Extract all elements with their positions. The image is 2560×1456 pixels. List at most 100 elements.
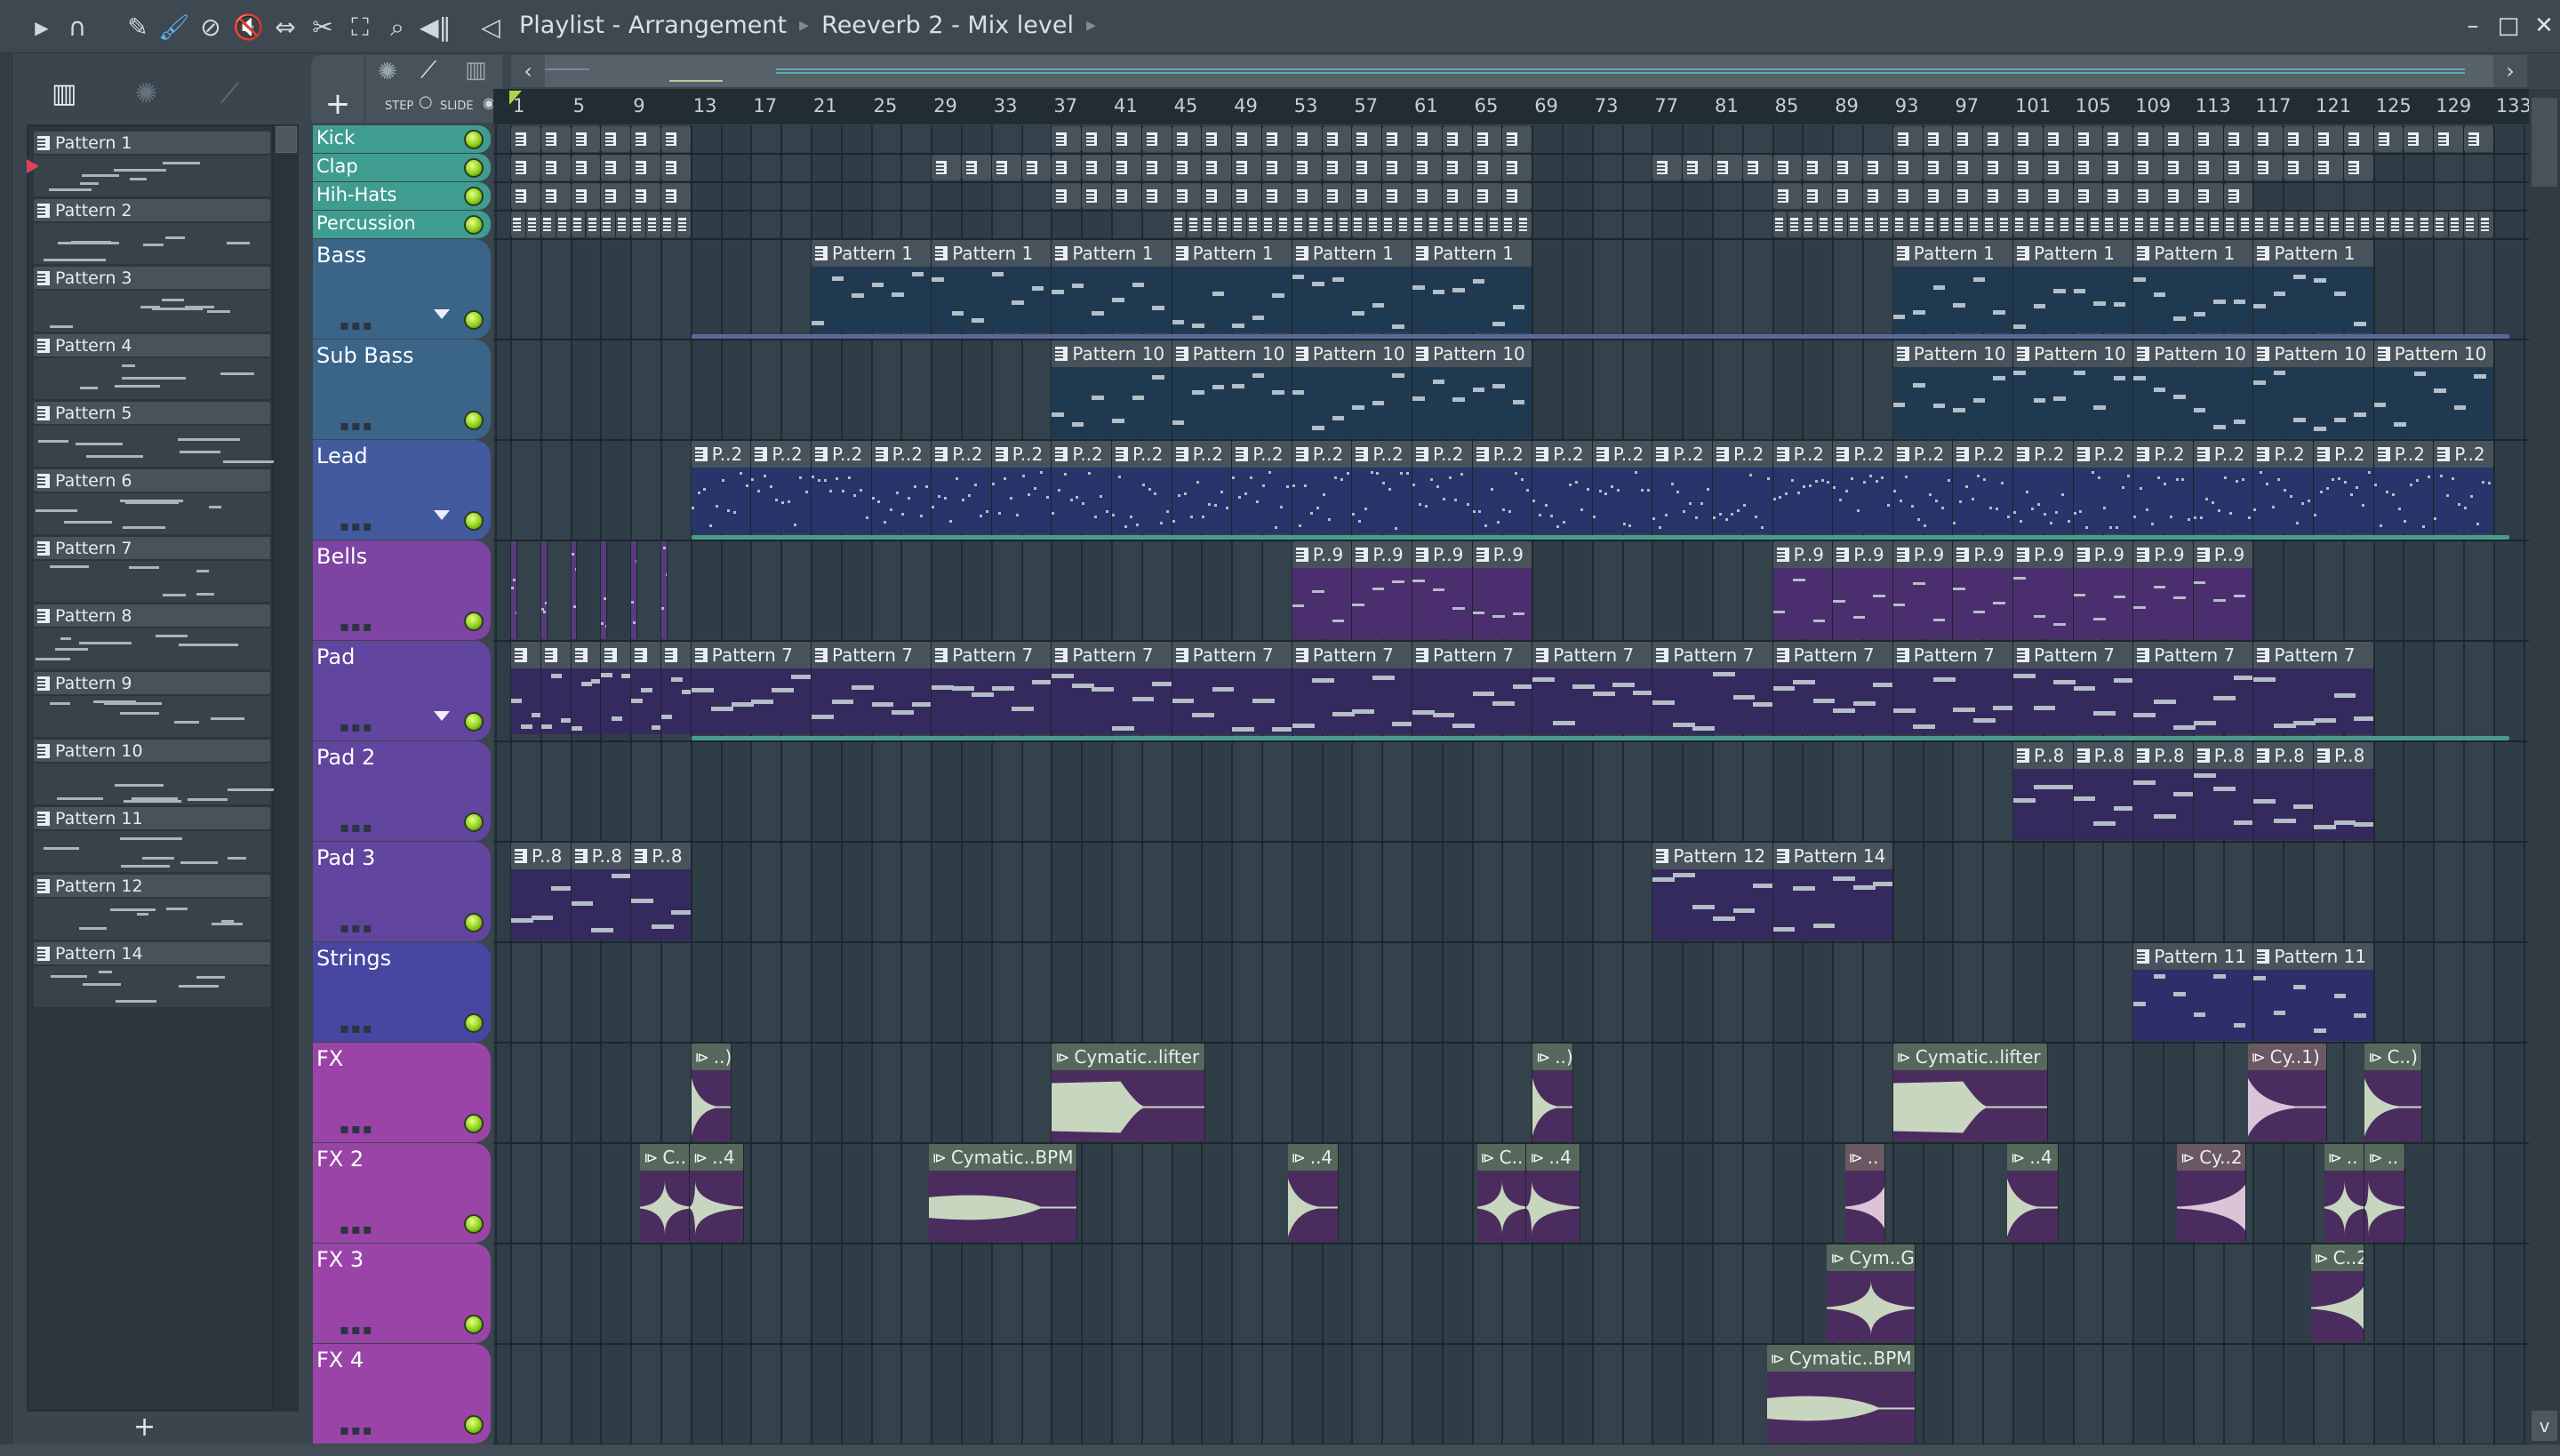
track-header-fx-2[interactable]: FX 2 ▪▪▪: [313, 1143, 491, 1243]
audio-clip[interactable]: ⧐C..2: [2310, 1244, 2365, 1342]
clip-header[interactable]: Pattern 10: [2133, 340, 2253, 367]
track-header-pad-3[interactable]: Pad 3 ▪▪▪: [313, 842, 491, 941]
audio-clip[interactable]: ⧐..: [2364, 1144, 2406, 1242]
pattern-clip[interactable]: [1502, 183, 1533, 209]
clip-header[interactable]: P..2: [691, 441, 751, 468]
clip-header[interactable]: Pattern 7: [1772, 642, 1892, 668]
track-header-kick[interactable]: Kick: [313, 125, 491, 153]
pattern-clip[interactable]: [1788, 212, 1804, 237]
clip-header[interactable]: P..8: [2133, 742, 2193, 769]
pattern-clip[interactable]: P..9: [2133, 541, 2194, 639]
pattern-clip[interactable]: [1232, 155, 1262, 180]
chevron-right-icon[interactable]: ▸: [1086, 14, 1096, 36]
audio-clip[interactable]: ⧐Cymatic..BPM G: [1766, 1345, 1916, 1443]
track-header-strings[interactable]: Strings ▪▪▪: [313, 942, 491, 1042]
pattern-clip[interactable]: P..2: [1772, 441, 1834, 533]
pattern-clip[interactable]: [1818, 212, 1834, 237]
pattern-clip[interactable]: [1262, 183, 1292, 209]
pattern-clip[interactable]: P..2: [1892, 441, 1954, 533]
pattern-clip[interactable]: [1953, 183, 1984, 209]
pattern-clip[interactable]: [1877, 212, 1893, 237]
track-enable-led[interactable]: [464, 1415, 484, 1435]
pattern-clip[interactable]: [1487, 212, 1503, 237]
pattern-clip[interactable]: [1322, 126, 1353, 152]
pattern-clip[interactable]: [1772, 155, 1804, 180]
audio-clip[interactable]: ⧐..): [1532, 1044, 1573, 1141]
maximize-icon[interactable]: □: [2493, 12, 2524, 39]
pattern-clip[interactable]: P..2: [1713, 441, 1773, 533]
pattern-clip[interactable]: Pattern 10: [2013, 340, 2134, 438]
clip-header[interactable]: ⧐Cymatic..BPM G: [928, 1144, 1077, 1171]
pattern-clip[interactable]: [2043, 155, 2074, 180]
clip-header[interactable]: Pattern 1: [812, 240, 932, 267]
pattern-clip[interactable]: [601, 642, 632, 734]
pattern-clip[interactable]: [2434, 126, 2464, 152]
track-enable-led[interactable]: [464, 411, 484, 430]
pattern-clip[interactable]: [2464, 126, 2494, 152]
pattern-clip[interactable]: [2028, 212, 2044, 237]
clip-header[interactable]: Pattern 7: [812, 642, 932, 668]
pattern-clip[interactable]: [2103, 183, 2134, 209]
pattern-clip[interactable]: [676, 212, 692, 237]
pattern-clip[interactable]: [511, 212, 526, 237]
pattern-clip[interactable]: [540, 126, 572, 152]
pattern-clip[interactable]: [1141, 183, 1172, 209]
clip-header[interactable]: ⧐ ..4: [690, 1144, 743, 1171]
pattern-clip[interactable]: [962, 155, 992, 180]
pattern-clip[interactable]: [1953, 126, 1984, 152]
clip-header[interactable]: P..9: [1953, 541, 2012, 568]
playhead-marker[interactable]: [509, 91, 522, 105]
pattern-clip[interactable]: Pattern 7: [1412, 642, 1533, 734]
pattern-clip[interactable]: Pattern 1: [2253, 240, 2374, 332]
clip-header[interactable]: Pattern 7: [691, 642, 811, 668]
pattern-clip[interactable]: [511, 155, 541, 180]
pattern-clip[interactable]: [1292, 183, 1323, 209]
pattern-clip[interactable]: [1427, 212, 1443, 237]
pattern-clip[interactable]: [1457, 212, 1473, 237]
pattern-clip[interactable]: Pattern 1: [812, 240, 932, 332]
pattern-clip[interactable]: [1803, 183, 1834, 209]
pattern-clip[interactable]: [1442, 183, 1473, 209]
clip-header[interactable]: Pattern 7: [1172, 642, 1292, 668]
track-enable-led[interactable]: [464, 1013, 484, 1033]
pattern-clip[interactable]: [2343, 212, 2359, 237]
audio-clip[interactable]: ⧐..: [2324, 1144, 2365, 1242]
pattern-clip[interactable]: Pattern 7: [1892, 642, 2013, 734]
pattern-clip[interactable]: Pattern 7: [1652, 642, 1773, 734]
pattern-list-item[interactable]: Pattern 14: [34, 942, 270, 1008]
pattern-clip[interactable]: Pattern 7: [1292, 642, 1412, 734]
clip-header[interactable]: Pattern 10: [1412, 340, 1532, 367]
pattern-header[interactable]: Pattern 10: [34, 740, 270, 762]
pattern-clip[interactable]: [1082, 155, 1112, 180]
pattern-clip[interactable]: [1998, 212, 2013, 237]
track-enable-led[interactable]: [464, 187, 484, 206]
pattern-clip[interactable]: [1052, 126, 1083, 152]
clip-header[interactable]: ⧐C..2: [2310, 1244, 2364, 1271]
pattern-clip[interactable]: [2464, 212, 2479, 237]
add-pattern-button[interactable]: +: [133, 1412, 156, 1443]
clip-header[interactable]: [571, 642, 601, 668]
pattern-clip[interactable]: P..9: [2073, 541, 2134, 639]
more-dots-icon[interactable]: ▪▪▪: [340, 517, 374, 534]
pattern-clip[interactable]: [631, 183, 661, 209]
pattern-clip[interactable]: [1382, 126, 1412, 152]
clip-header[interactable]: Pattern 1: [1412, 240, 1532, 267]
track-header-bells[interactable]: Bells ▪▪▪: [313, 540, 491, 640]
pattern-clip[interactable]: [1652, 155, 1684, 180]
pattern-clip[interactable]: [1953, 212, 1969, 237]
pattern-list-item[interactable]: Pattern 6: [34, 469, 270, 535]
pattern-clip[interactable]: [2103, 155, 2134, 180]
pattern-clip[interactable]: [2043, 183, 2074, 209]
track-header-hih-hats[interactable]: Hih-Hats: [313, 182, 491, 210]
track-header-clap[interactable]: Clap: [313, 154, 491, 181]
audio-clip[interactable]: ⧐ Cy..1): [2247, 1044, 2328, 1141]
pattern-clip[interactable]: [2299, 212, 2314, 237]
clip-header[interactable]: [511, 642, 540, 668]
pattern-clip[interactable]: P..2: [2073, 441, 2134, 533]
pattern-header[interactable]: Pattern 7: [34, 537, 270, 559]
pattern-clip[interactable]: Pattern 1: [932, 240, 1052, 332]
pattern-clip[interactable]: [1412, 155, 1443, 180]
pattern-clip[interactable]: Pattern 7: [2253, 642, 2374, 734]
pattern-clip[interactable]: Pattern 7: [1532, 642, 1653, 734]
track-enable-led[interactable]: [464, 130, 484, 149]
